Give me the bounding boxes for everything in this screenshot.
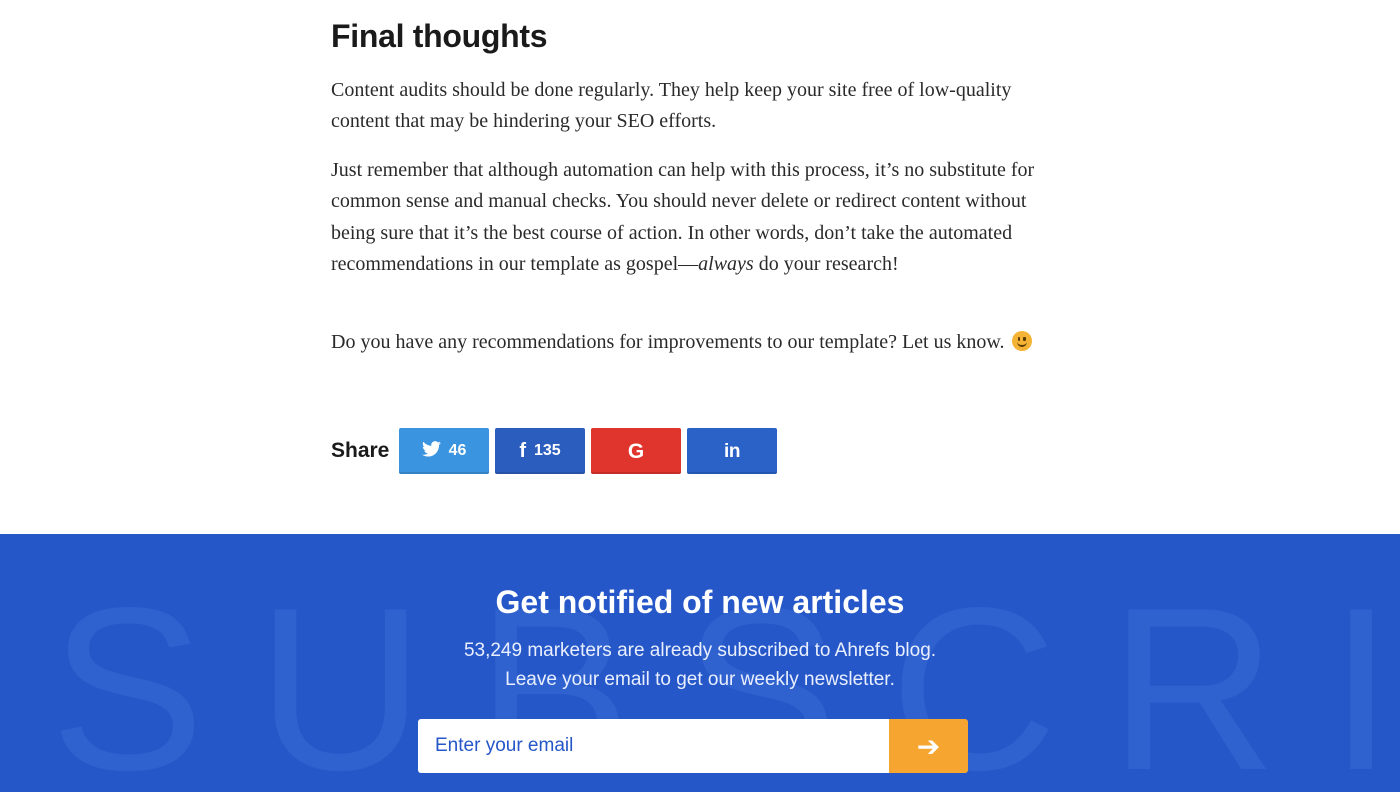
google-share-button[interactable]: G	[591, 428, 681, 474]
subscribe-section: SUBSCRIBE Get notified of new articles 5…	[0, 534, 1400, 792]
emphasis-text: always	[698, 252, 754, 275]
share-bar: Share 46 f 135 G in	[331, 428, 783, 474]
arrow-right-icon: ➔	[916, 729, 941, 763]
paragraph-3-text: Do you have any recommendations for impr…	[331, 331, 1005, 353]
newsletter-text: Leave your email to get our weekly newsl…	[505, 669, 895, 690]
share-label: Share	[331, 439, 390, 462]
twitter-share-count: 46	[448, 442, 467, 459]
paragraph-2-text-end: do your research!	[753, 252, 899, 275]
linkedin-share-button[interactable]: in	[687, 428, 777, 474]
subscribe-form: ➔	[418, 719, 968, 773]
twitter-icon	[421, 441, 441, 461]
subscribe-submit-button[interactable]: ➔	[889, 719, 968, 773]
paragraph-3: Do you have any recommendations for impr…	[331, 327, 1041, 358]
facebook-share-button[interactable]: f 135	[495, 428, 585, 474]
facebook-icon: f	[519, 440, 526, 462]
email-input[interactable]	[418, 719, 889, 773]
subscriber-count-text: 53,249 marketers are already subscribed …	[463, 640, 937, 661]
paragraph-1: Content audits should be done regularly.…	[331, 79, 1012, 133]
subscribe-title: Get notified of new articles	[495, 584, 905, 620]
facebook-share-count: 135	[533, 442, 561, 459]
twitter-share-button[interactable]: 46	[399, 428, 489, 474]
smiley-icon	[1011, 331, 1032, 351]
paragraph-2: Just remember that although automation c…	[331, 155, 1041, 280]
linkedin-icon: in	[724, 440, 740, 462]
section-heading: Final thoughts	[331, 18, 548, 54]
paragraph-2-text: Just remember that although automation c…	[331, 159, 1035, 275]
google-icon: G	[627, 439, 645, 463]
